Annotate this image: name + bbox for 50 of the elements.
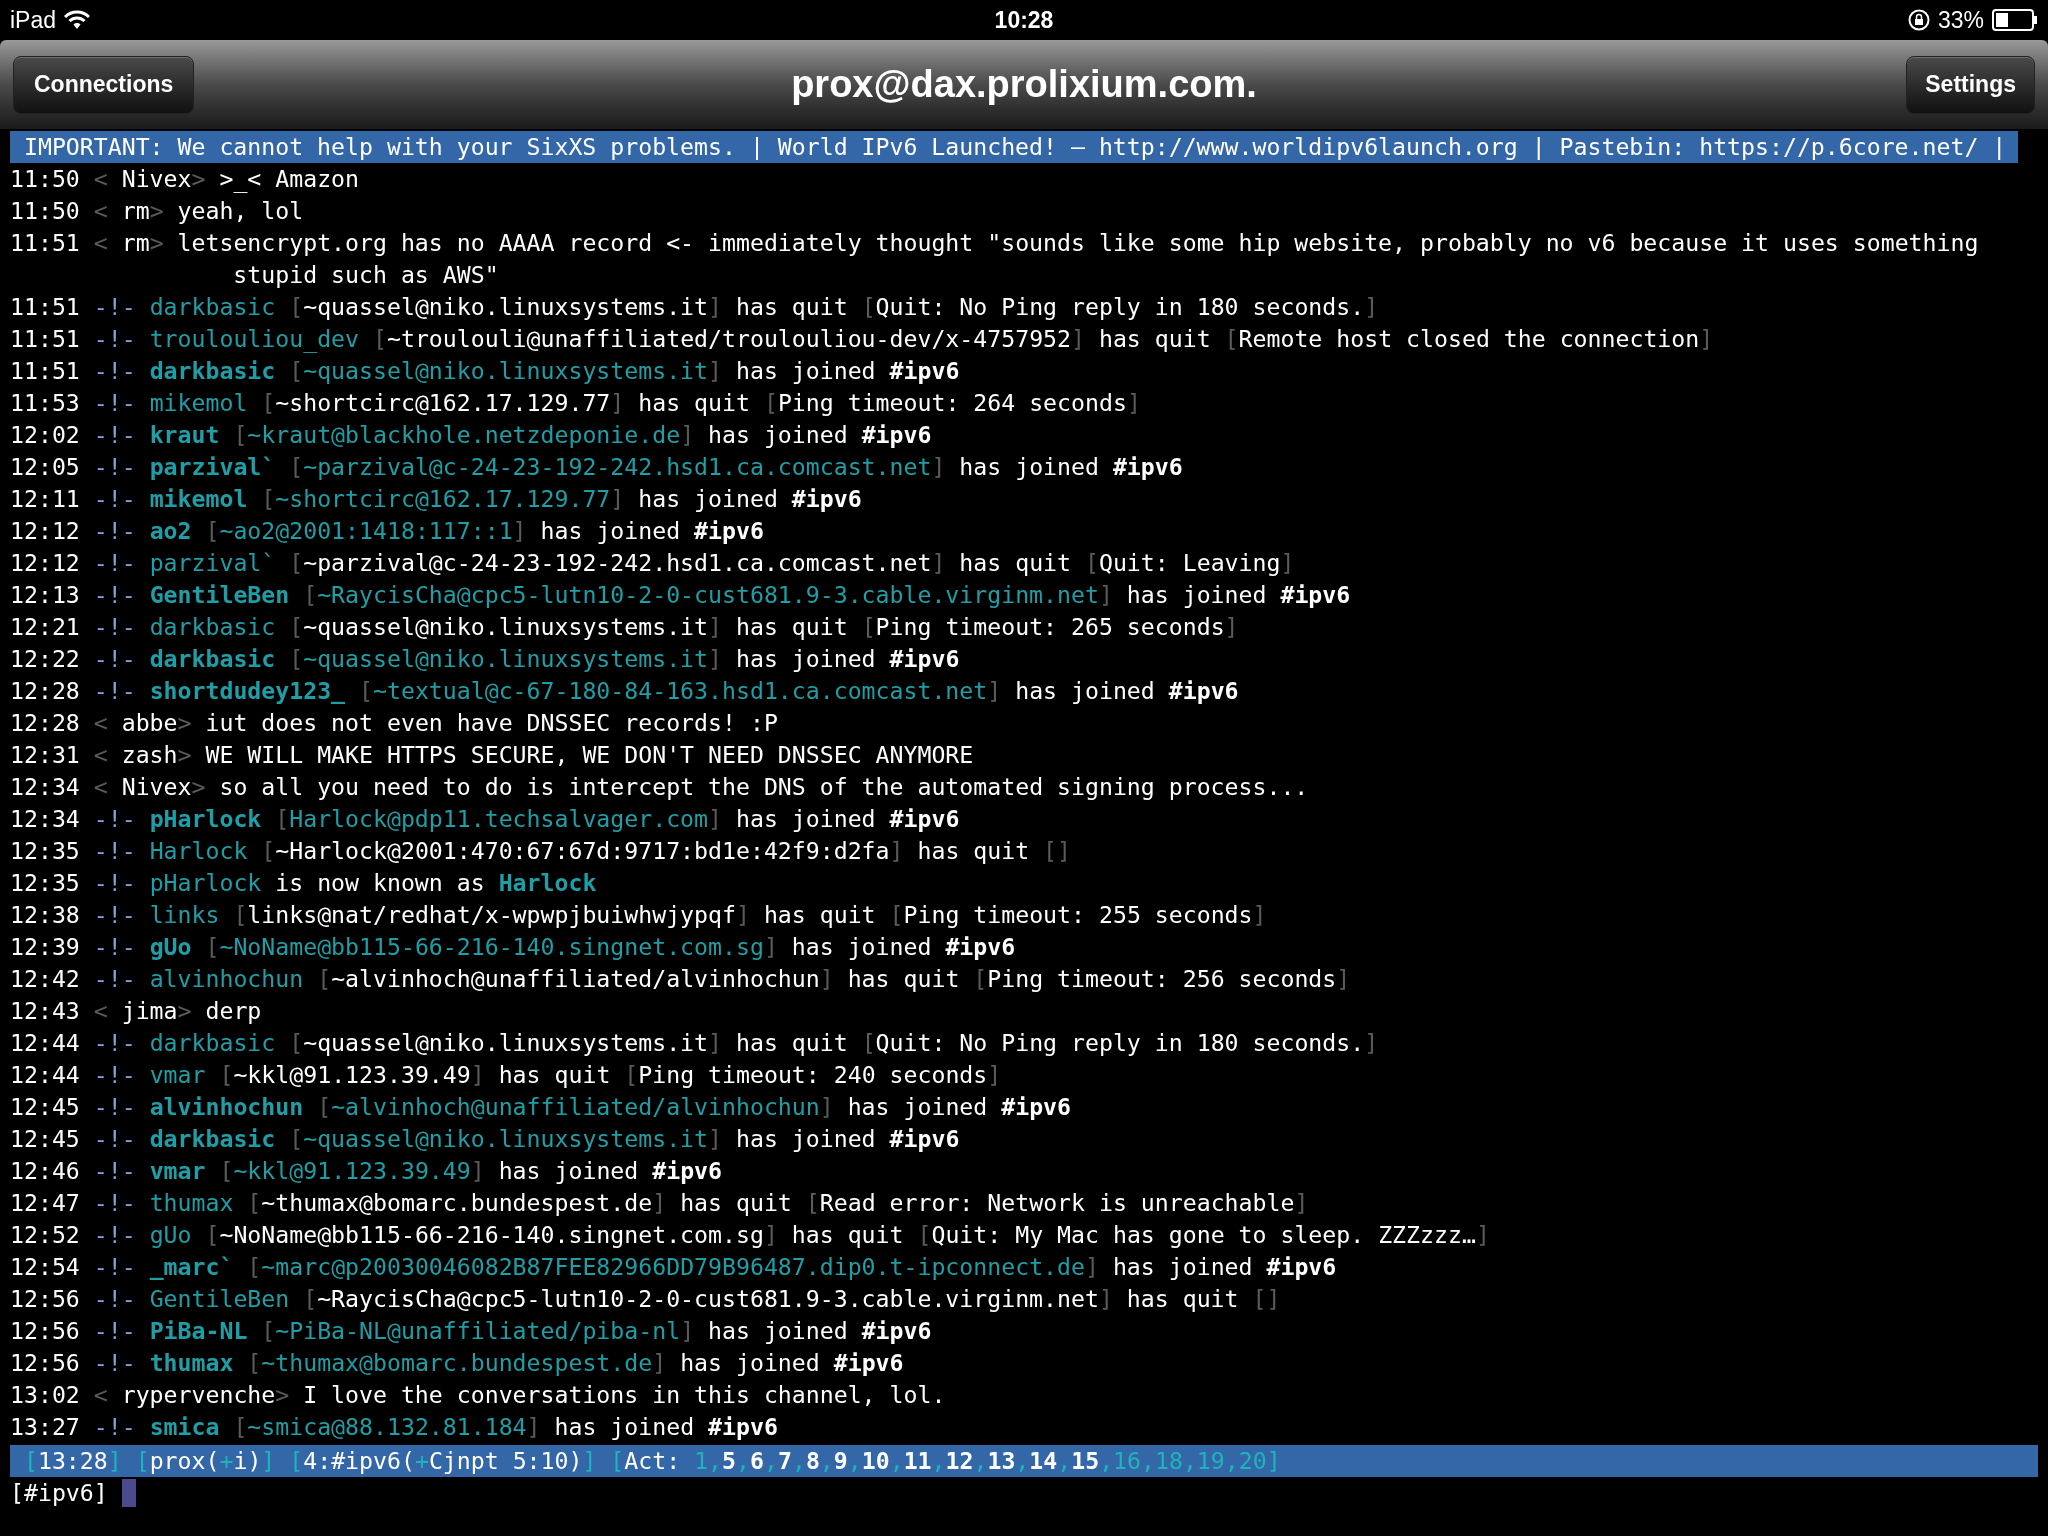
- settings-button[interactable]: Settings: [1906, 55, 2035, 114]
- chat-line: 11:53 -!- mikemol [~shortcirc@162.17.129.77] has quit [Ping timeout: 264 seconds]: [10, 388, 1142, 418]
- input-field[interactable]: [#ipv6]: [10, 1477, 2038, 1509]
- chat-line: 12:12 -!- ao2 [~ao2@2001:1418:117::1] has joined #ipv6: [10, 516, 765, 546]
- chat-line: 12:47 -!- thumax [~thumax@bomarc.bundespest.de] has quit [Read error: Network is unreachable]: [10, 1188, 1310, 1218]
- chat-line: 12:22 -!- darkbasic [~quassel@niko.linuxsystems.it] has joined #ipv6: [10, 644, 961, 674]
- chat-line: 12:11 -!- mikemol [~shortcirc@162.17.129.77] has joined #ipv6: [10, 484, 863, 514]
- chat-line: 12:56 -!- GentileBen [~RaycisCha@cpc5-lutn10-2-0-cust681.9-3.cable.virginm.net] has quit []: [10, 1284, 1282, 1314]
- chat-line: 12:42 -!- alvinhochun [~alvinhoch@unaffiliated/alvinhochun] has quit [Ping timeout: 256 seconds]: [10, 964, 1352, 994]
- chat-line: 12:21 -!- darkbasic [~quassel@niko.linuxsystems.it] has quit [Ping timeout: 265 seconds]: [10, 612, 1240, 642]
- chat-line: 12:54 -!- _marc` [~marc@p20030046082B87FEE82966DD79B96487.dip0.t-ipconnect.de] has joined #ipv6: [10, 1252, 1338, 1282]
- channel-topic: IMPORTANT: We cannot help with your SixXS problems. | World IPv6 Launched! – http://www.worldipv6launch.org | Pastebin: https://p.6core.net/ |: [10, 131, 2019, 163]
- chat-line: 13:02 < rypervenche> I love the conversations in this channel, lol.: [10, 1380, 947, 1410]
- chat-line: 12:34 -!- pHarlock [Harlock@pdp11.techsalvager.com] has joined #ipv6: [10, 804, 961, 834]
- chat-line: 12:02 -!- kraut [~kraut@blackhole.netzdeponie.de] has joined #ipv6: [10, 420, 933, 450]
- chat-line: 12:43 < jima> derp: [10, 996, 263, 1026]
- chat-line: 11:50 < Nivex> >_< Amazon: [10, 164, 361, 195]
- chat-line: 11:51 -!- troulouliou_dev [~troulouli@unaffiliated/troulouliou-dev/x-4757952] has quit [Remote host closed the connection]: [10, 324, 1715, 355]
- chat-line: 12:34 < Nivex> so all you need to do is intercept the DNS of the automated signing process...: [10, 772, 1310, 802]
- chat-line: 12:13 -!- GentileBen [~RaycisCha@cpc5-lutn10-2-0-cust681.9-3.cable.virginm.net] has joined #ipv6: [10, 580, 1352, 610]
- chat-line: 11:51 -!- darkbasic [~quassel@niko.linuxsystems.it] has quit [Quit: No Ping reply in 180 seconds.]: [10, 292, 1380, 322]
- chat-line: 12:05 -!- parzival` [~parzival@c-24-23-192-242.hsd1.ca.comcast.net] has joined #ipv6: [10, 452, 1184, 482]
- chat-line: 11:50 < rm> yeah, lol: [10, 196, 305, 226]
- chat-line: 12:35 -!- pHarlock is now known as Harlock: [10, 868, 598, 898]
- window-title: prox@dax.prolixium.com.: [791, 62, 1257, 107]
- chat-line: 12:45 -!- alvinhochun [~alvinhoch@unaffiliated/alvinhochun] has joined #ipv6: [10, 1092, 1073, 1122]
- chat-line: 12:38 -!- links [links@nat/redhat/x-wpwpjbuiwhwjypqf] has quit [Ping timeout: 255 seconds]: [10, 900, 1268, 930]
- connections-button[interactable]: Connections: [13, 55, 195, 114]
- chat-line: 12:31 < zash> WE WILL MAKE HTTPS SECURE, WE DON'T NEED DNSSEC ANYMORE: [10, 740, 975, 770]
- chat-line: 11:51 < rm> letsencrypt.org has no AAAA record <- immediately thought "sounds like some hip website, probably no v6 because it uses something stupid such as AWS": [10, 228, 1980, 290]
- chat-line: 12:56 -!- thumax [~thumax@bomarc.bundespest.de] has joined #ipv6: [10, 1348, 905, 1378]
- chat-line: 12:39 -!- gUo [~NoName@bb115-66-216-140.singnet.com.sg] has joined #ipv6: [10, 932, 1017, 962]
- chat-line: 12:12 -!- parzival` [~parzival@c-24-23-192-242.hsd1.ca.comcast.net] has quit [Quit: Leaving]: [10, 548, 1296, 578]
- chat-line: 12:28 -!- shortdudey123_ [~textual@c-67-180-84-163.hsd1.ca.comcast.net] has joined #ipv6: [10, 676, 1240, 706]
- chat-line: 12:44 -!- vmar [~kkl@91.123.39.49] has quit [Ping timeout: 240 seconds]: [10, 1060, 1003, 1090]
- chat-line: 12:45 -!- darkbasic [~quassel@niko.linuxsystems.it] has joined #ipv6: [10, 1124, 961, 1154]
- chat-line: 12:44 -!- darkbasic [~quassel@niko.linuxsystems.it] has quit [Quit: No Ping reply in 180 seconds.]: [10, 1028, 1380, 1058]
- wifi-icon: [64, 10, 91, 30]
- battery-percent: 33%: [1937, 5, 1984, 35]
- chat-line: 11:51 -!- darkbasic [~quassel@niko.linuxsystems.it] has joined #ipv6: [10, 356, 961, 386]
- chat-line: 12:35 -!- Harlock [~Harlock@2001:470:67:67d:9717:bd1e:42f9:d2fa] has quit []: [10, 836, 1073, 866]
- chat-line: 12:46 -!- vmar [~kkl@91.123.39.49] has joined #ipv6: [10, 1156, 724, 1186]
- clock: 10:28: [994, 5, 1054, 35]
- chat-line: 12:28 < abbe> iut does not even have DNSSEC records! :P: [10, 708, 779, 738]
- chat-line: 12:52 -!- gUo [~NoName@bb115-66-216-140.singnet.com.sg] has quit [Quit: My Mac has gone to sleep. ZZZzzz…]: [10, 1220, 1491, 1250]
- chat-line: 12:56 -!- PiBa-NL [~PiBa-NL@unaffiliated/piba-nl] has joined #ipv6: [10, 1316, 933, 1346]
- chat-line: 13:27 -!- smica [~smica@88.132.81.184] has joined #ipv6: [10, 1412, 779, 1442]
- battery-icon: [1992, 9, 2038, 31]
- rotation-lock-icon: [1907, 9, 1930, 31]
- carrier-label: iPad: [10, 5, 57, 35]
